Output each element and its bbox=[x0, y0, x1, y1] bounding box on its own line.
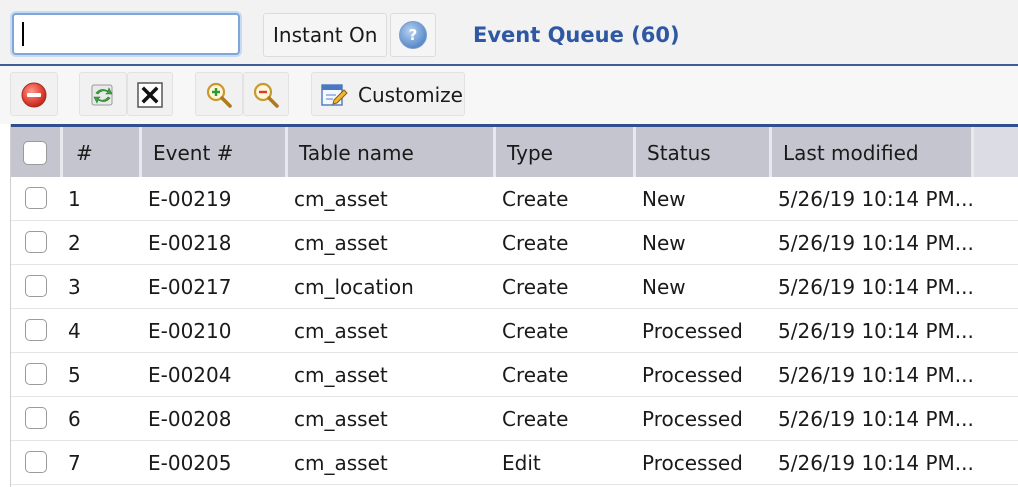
column-header-last-modified[interactable]: Last modified bbox=[772, 127, 974, 177]
page-title: Event Queue (60) bbox=[473, 23, 680, 47]
cell-modified: 5/26/19 10:14 PM... bbox=[778, 319, 974, 343]
customize-icon bbox=[321, 84, 348, 106]
question-icon: ? bbox=[399, 21, 427, 49]
cell-num: 5 bbox=[68, 363, 81, 387]
cell-table: cm_asset bbox=[294, 407, 388, 431]
cell-num: 1 bbox=[68, 187, 81, 211]
cell-status: New bbox=[642, 187, 686, 211]
instant-on-label: Instant On bbox=[273, 23, 378, 47]
clear-button[interactable] bbox=[127, 72, 173, 116]
row-checkbox[interactable] bbox=[25, 319, 47, 341]
cell-event[interactable]: E-00210 bbox=[148, 309, 231, 353]
cell-event[interactable]: E-00205 bbox=[148, 441, 231, 485]
instant-on-button[interactable]: Instant On bbox=[263, 13, 388, 57]
row-checkbox[interactable] bbox=[25, 451, 47, 473]
cell-table: cm_asset bbox=[294, 319, 388, 343]
clear-icon bbox=[137, 82, 163, 108]
table-row[interactable]: 2 E-00218 cm_asset Create New 5/26/19 10:14 P… bbox=[11, 221, 1018, 265]
cell-table: cm_asset bbox=[294, 231, 388, 255]
cell-event[interactable]: E-00219 bbox=[148, 177, 231, 221]
cell-num: 3 bbox=[68, 275, 81, 299]
cell-event[interactable]: E-00217 bbox=[148, 265, 231, 309]
row-checkbox[interactable] bbox=[25, 407, 47, 429]
table-row[interactable]: 1 E-00219 cm_asset Create New 5/26/19 10:14 P… bbox=[11, 177, 1018, 221]
column-header-status[interactable]: Status bbox=[636, 127, 772, 177]
cell-table: cm_asset bbox=[294, 363, 388, 387]
cell-type: Create bbox=[502, 187, 569, 211]
cell-num: 7 bbox=[68, 451, 81, 475]
row-checkbox[interactable] bbox=[25, 187, 47, 209]
table-header: # Event # Table name Type Status Last mo… bbox=[11, 124, 1018, 177]
cell-status: Processed bbox=[642, 451, 743, 475]
cell-type: Edit bbox=[502, 451, 541, 475]
cell-type: Create bbox=[502, 231, 569, 255]
row-checkbox[interactable] bbox=[25, 363, 47, 385]
cell-num: 2 bbox=[68, 231, 81, 255]
cell-modified: 5/26/19 10:14 PM... bbox=[778, 187, 974, 211]
cell-modified: 5/26/19 10:14 PM... bbox=[778, 231, 974, 255]
table-row[interactable]: 7 E-00205 cm_asset Edit Processed 5/26/19 10:… bbox=[11, 441, 1018, 485]
search-input[interactable] bbox=[12, 13, 240, 55]
cell-table: cm_location bbox=[294, 275, 414, 299]
column-header-number[interactable]: # bbox=[63, 127, 142, 177]
cell-status: Processed bbox=[642, 363, 743, 387]
row-checkbox[interactable] bbox=[25, 231, 47, 253]
refresh-icon bbox=[91, 84, 113, 106]
zoom-out-icon bbox=[253, 82, 279, 108]
cell-event[interactable]: E-00218 bbox=[148, 221, 231, 265]
cell-modified: 5/26/19 10:14 PM... bbox=[778, 451, 974, 475]
column-header-type[interactable]: Type bbox=[496, 127, 636, 177]
top-bar: Instant On ? Event Queue (60) bbox=[0, 0, 1018, 66]
cell-event[interactable]: E-00204 bbox=[148, 353, 231, 397]
cell-type: Create bbox=[502, 319, 569, 343]
table-row[interactable]: 3 E-00217 cm_location Create New 5/26/19 10:1… bbox=[11, 265, 1018, 309]
column-header-event[interactable]: Event # bbox=[142, 127, 288, 177]
cell-table: cm_asset bbox=[294, 451, 388, 475]
event-table: # Event # Table name Type Status Last mo… bbox=[10, 124, 1018, 487]
customize-button[interactable]: Customize bbox=[311, 72, 465, 116]
cell-status: Processed bbox=[642, 407, 743, 431]
toolbar: Customize bbox=[0, 66, 1018, 124]
delete-icon bbox=[21, 82, 47, 108]
select-all-checkbox[interactable] bbox=[23, 141, 47, 165]
cell-num: 6 bbox=[68, 407, 81, 431]
cell-modified: 5/26/19 10:14 PM... bbox=[778, 275, 974, 299]
header-filler bbox=[974, 127, 1018, 177]
cell-type: Create bbox=[502, 275, 569, 299]
cell-status: Processed bbox=[642, 319, 743, 343]
cell-table: cm_asset bbox=[294, 187, 388, 211]
cell-status: New bbox=[642, 231, 686, 255]
delete-button[interactable] bbox=[10, 72, 58, 116]
cell-num: 4 bbox=[68, 319, 81, 343]
zoom-in-icon bbox=[206, 82, 232, 108]
zoom-in-button[interactable] bbox=[195, 72, 243, 116]
cell-type: Create bbox=[502, 363, 569, 387]
column-header-table-name[interactable]: Table name bbox=[288, 127, 496, 177]
table-row[interactable]: 4 E-00210 cm_asset Create Processed 5/26/19 1… bbox=[11, 309, 1018, 353]
select-all-header bbox=[11, 127, 63, 177]
customize-label: Customize bbox=[358, 83, 463, 107]
refresh-button[interactable] bbox=[79, 72, 127, 116]
text-cursor bbox=[22, 22, 24, 46]
cell-type: Create bbox=[502, 407, 569, 431]
cell-event[interactable]: E-00208 bbox=[148, 397, 231, 441]
row-checkbox[interactable] bbox=[25, 275, 47, 297]
cell-modified: 5/26/19 10:14 PM... bbox=[778, 363, 974, 387]
cell-modified: 5/26/19 10:14 PM... bbox=[778, 407, 974, 431]
zoom-out-button[interactable] bbox=[243, 72, 289, 116]
table-row[interactable]: 6 E-00208 cm_asset Create Processed 5/26/19 1… bbox=[11, 397, 1018, 441]
table-row[interactable]: 5 E-00204 cm_asset Create Processed 5/26/19 1… bbox=[11, 353, 1018, 397]
help-button[interactable]: ? bbox=[390, 13, 436, 57]
cell-status: New bbox=[642, 275, 686, 299]
